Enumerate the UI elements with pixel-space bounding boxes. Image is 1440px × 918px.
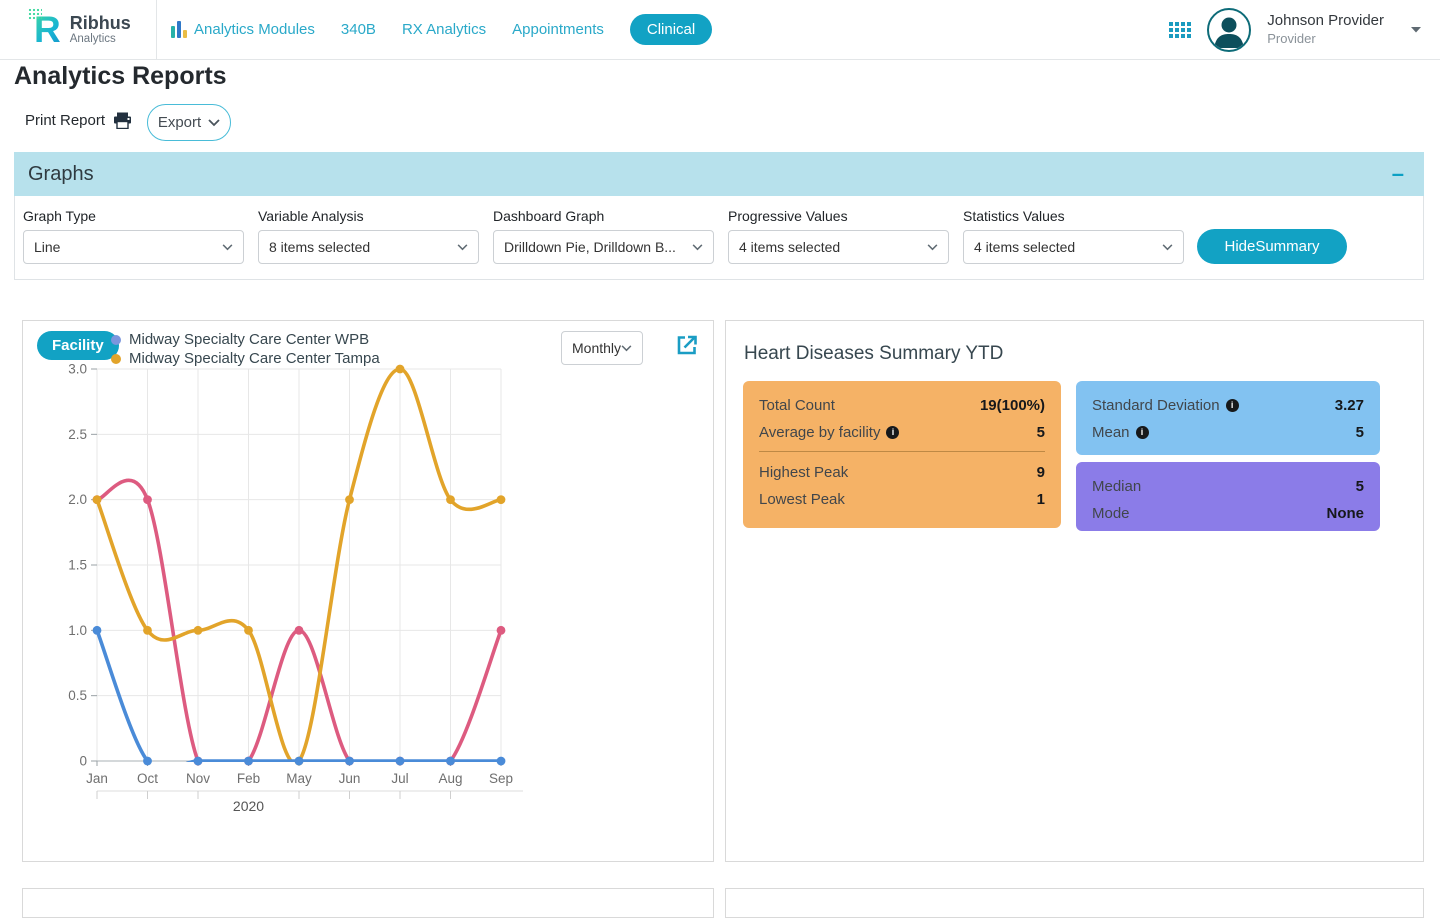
stat-row: Total Count19(100%) — [759, 392, 1045, 419]
stat-card-orange: Total Count19(100%)Average by facilityi5… — [743, 381, 1061, 528]
line-chart: 0 0.5 1.0 1.5 2.0 2.5 3.0 Jan Oct Nov Feb May Jun Jul… — [23, 321, 713, 861]
chevron-down-icon[interactable] — [1410, 26, 1422, 34]
nav-items: Analytics Modules 340B RX Analytics Appoint… — [171, 14, 712, 45]
facility-chart-card: 0 0.5 1.0 1.5 2.0 2.5 3.0 Jan Oct Nov Feb May Jun Jul… — [22, 320, 714, 862]
svg-text:2.5: 2.5 — [68, 427, 87, 442]
svg-text:Aug: Aug — [438, 771, 462, 786]
export-button[interactable]: Export — [147, 104, 231, 141]
svg-text:Sep: Sep — [489, 771, 513, 786]
legend-dot-icon — [111, 335, 121, 345]
variable-analysis-select[interactable]: 8 items selected — [258, 230, 479, 264]
brand[interactable]: R Ribhus Analytics — [0, 0, 157, 60]
chevron-down-icon — [222, 244, 233, 251]
legend-item[interactable]: Midway Specialty Care Center WPB — [111, 330, 380, 349]
graphs-filter-bar: Graph Type Line Variable Analysis 8 items s… — [14, 196, 1424, 280]
legend-item[interactable]: Midway Specialty Care Center Tampa — [111, 349, 380, 368]
svg-text:Jan: Jan — [86, 771, 108, 786]
svg-text:1.0: 1.0 — [68, 623, 87, 638]
chart-legend: Midway Specialty Care Center WPBMidway S… — [111, 330, 380, 368]
next-row-card-right — [725, 888, 1424, 918]
svg-text:1.5: 1.5 — [68, 558, 87, 573]
svg-text:0.5: 0.5 — [68, 688, 87, 703]
brand-name: Ribhus — [70, 14, 131, 33]
graphs-panel-title: Graphs — [28, 163, 94, 186]
stat-row: Standard Deviationi3.27 — [1092, 392, 1364, 419]
stat-row: Meani5 — [1092, 419, 1364, 446]
svg-text:Nov: Nov — [186, 771, 210, 786]
stat-row: ModeNone — [1092, 500, 1364, 527]
info-icon[interactable]: i — [886, 426, 899, 439]
svg-text:Feb: Feb — [237, 771, 260, 786]
svg-text:Jul: Jul — [391, 771, 408, 786]
stat-card-purple: Median5ModeNone — [1076, 462, 1380, 531]
chevron-down-icon — [927, 244, 938, 251]
svg-text:Oct: Oct — [137, 771, 158, 786]
brand-subtitle: Analytics — [70, 33, 131, 45]
statistics-values-label: Statistics Values — [963, 208, 1184, 224]
stat-row: Highest Peak9 — [759, 459, 1045, 486]
info-icon[interactable]: i — [1136, 426, 1149, 439]
next-row-card-left — [22, 888, 714, 918]
svg-text:2.0: 2.0 — [68, 492, 87, 507]
svg-text:May: May — [286, 771, 312, 786]
legend-dot-icon — [111, 354, 121, 364]
logo-dots-decoration — [28, 8, 42, 20]
graph-type-label: Graph Type — [23, 208, 244, 224]
nav-item-340b[interactable]: 340B — [341, 21, 376, 38]
nav-item-analytics-modules[interactable]: Analytics Modules — [171, 21, 315, 38]
progressive-values-select[interactable]: 4 items selected — [728, 230, 949, 264]
graphs-panel-header[interactable]: Graphs – — [14, 152, 1424, 196]
summary-card: Heart Diseases Summary YTD Total Count19… — [725, 320, 1424, 862]
period-select-value: Monthly — [572, 340, 621, 356]
svg-text:3.0: 3.0 — [68, 362, 87, 377]
stat-card-blue: Standard Deviationi3.27Meani5 — [1076, 381, 1380, 455]
page-title: Analytics Reports — [14, 62, 227, 91]
nav-item-rx-analytics[interactable]: RX Analytics — [402, 21, 486, 38]
hide-summary-button[interactable]: HideSummary — [1197, 229, 1347, 264]
stat-divider — [759, 451, 1045, 452]
stat-row: Median5 — [1092, 473, 1364, 500]
expand-icon[interactable] — [675, 333, 699, 357]
user-avatar[interactable] — [1207, 8, 1251, 52]
year-axis-label: 2020 — [233, 798, 264, 814]
progressive-values-label: Progressive Values — [728, 208, 949, 224]
chevron-down-icon — [457, 244, 468, 251]
info-icon[interactable]: i — [1226, 399, 1239, 412]
svg-text:0: 0 — [79, 754, 87, 769]
dashboard-graph-label: Dashboard Graph — [493, 208, 714, 224]
apps-grid-icon[interactable] — [1169, 22, 1191, 38]
facility-badge[interactable]: Facility — [37, 331, 119, 360]
bar-chart-icon — [171, 21, 187, 38]
chevron-down-icon — [621, 345, 632, 352]
ribhus-logo-icon: R — [34, 11, 61, 48]
top-nav: R Ribhus Analytics Analytics Modules 340B… — [0, 0, 1440, 60]
printer-icon — [113, 112, 132, 129]
collapse-minus-icon[interactable]: – — [1392, 164, 1404, 184]
stat-row: Average by facilityi5 — [759, 419, 1045, 446]
statistics-values-select[interactable]: 4 items selected — [963, 230, 1184, 264]
person-icon — [1209, 10, 1249, 50]
user-menu[interactable]: Johnson Provider Provider — [1267, 12, 1384, 47]
chevron-down-icon — [692, 244, 703, 251]
summary-title: Heart Diseases Summary YTD — [744, 343, 1003, 365]
period-select[interactable]: Monthly — [561, 331, 643, 365]
user-name: Johnson Provider — [1267, 12, 1384, 31]
graph-type-select[interactable]: Line — [23, 230, 244, 264]
svg-text:Jun: Jun — [339, 771, 361, 786]
nav-item-clinical[interactable]: Clinical — [630, 14, 712, 45]
chevron-down-icon — [1162, 244, 1173, 251]
print-report-button[interactable]: Print Report — [25, 106, 132, 134]
stat-row: Lowest Peak1 — [759, 486, 1045, 513]
chevron-down-icon — [208, 119, 220, 127]
nav-item-appointments[interactable]: Appointments — [512, 21, 604, 38]
variable-analysis-label: Variable Analysis — [258, 208, 479, 224]
user-role: Provider — [1267, 31, 1384, 47]
dashboard-graph-select[interactable]: Drilldown Pie, Drilldown B... — [493, 230, 714, 264]
